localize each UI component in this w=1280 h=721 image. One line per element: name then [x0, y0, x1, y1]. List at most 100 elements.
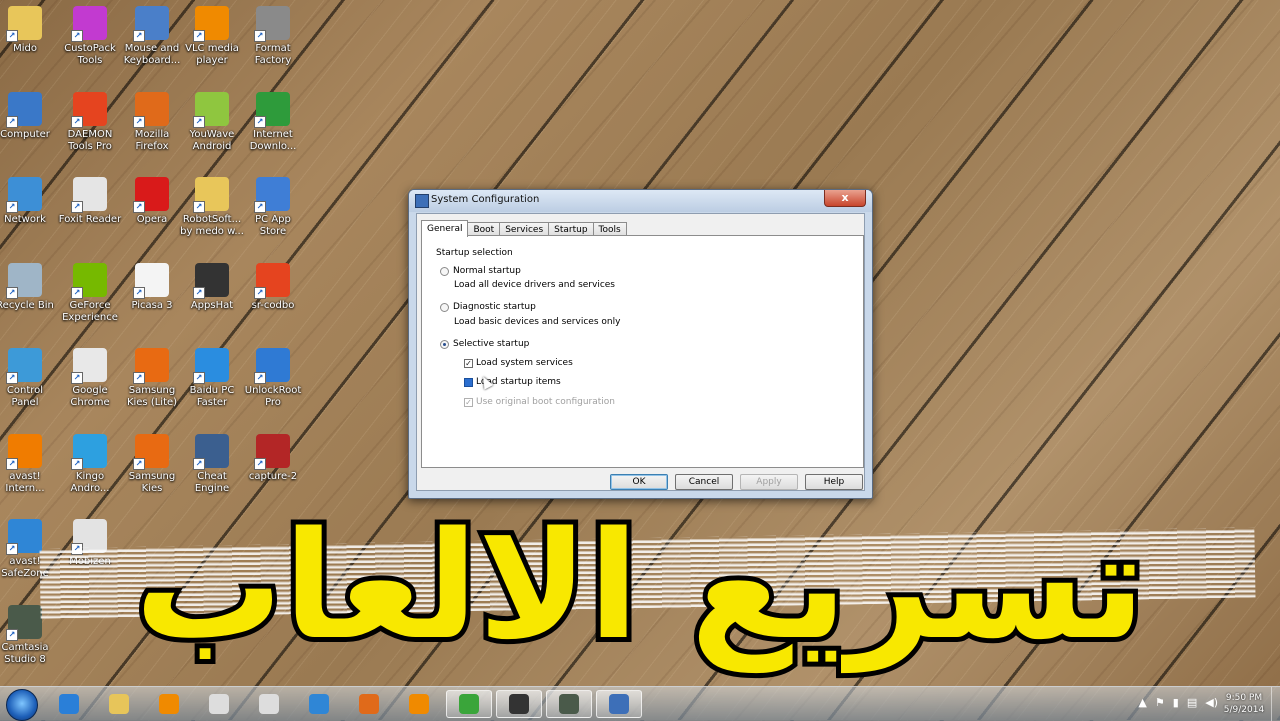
selective-startup-radio[interactable] [440, 339, 449, 349]
use-original-boot-label: Use original boot configuration [476, 397, 615, 407]
desktop-icon[interactable]: ↗ CustoPack Tools [58, 6, 122, 67]
desktop-icon[interactable]: ↗ sr-codbo [241, 262, 305, 312]
desktop-icon[interactable]: ↗ Samsung Kies (Lite) [120, 348, 184, 409]
desktop-icon[interactable]: ↗ Internet Downlo... [241, 91, 305, 153]
close-button[interactable]: x [824, 190, 866, 207]
desktop-icon[interactable]: ↗ AppsHat [180, 262, 244, 312]
desktop-icon-label: Network [4, 214, 46, 225]
load-startup-items-checkbox[interactable] [464, 377, 473, 387]
taskbar-button[interactable] [596, 690, 642, 718]
cheat-engine-icon: ↗ [193, 433, 229, 470]
shortcut-arrow-icon: ↗ [133, 286, 145, 299]
taskbar-button[interactable] [196, 690, 242, 718]
internet-download-icon: ↗ [254, 91, 290, 128]
chrome-icon [209, 694, 229, 714]
shortcut-arrow-icon: ↗ [71, 115, 83, 128]
desktop-icon[interactable]: ↗ Foxit Reader [58, 177, 122, 226]
taskbar-button[interactable] [396, 690, 442, 718]
selective-startup-option[interactable]: Selective startup [440, 339, 529, 349]
desktop-icon[interactable]: ↗ Network [0, 177, 57, 226]
title-bar[interactable]: System Configuration x [409, 190, 872, 212]
desktop-icon[interactable]: ↗ GeForce Experience [58, 262, 122, 324]
desktop-icon-label: Format Factory [254, 43, 292, 66]
shortcut-arrow-icon: ↗ [6, 30, 18, 42]
taskbar-button[interactable] [96, 690, 142, 718]
desktop-icon-label: capture-2 [248, 470, 298, 482]
start-button[interactable] [6, 689, 38, 721]
shortcut-arrow-icon: ↗ [193, 30, 205, 42]
desktop-icon-label: Opera [136, 214, 168, 225]
baidu-icon: ↗ [193, 348, 229, 384]
shortcut-arrow-icon: ↗ [254, 286, 266, 299]
desktop-icon[interactable]: ↗ RobotSoft... by medo w... [180, 177, 244, 238]
desktop-icon[interactable]: ↗ avast! Intern... [0, 433, 57, 495]
desktop-icon[interactable]: ↗ VLC media player [180, 6, 244, 67]
dialog-client-area: General Boot Services Startup Tools Star… [416, 213, 865, 491]
taskbar-button[interactable] [346, 690, 392, 718]
show-desktop-button[interactable] [1271, 687, 1280, 721]
desktop-icon-label: Samsung Kies (Lite) [126, 385, 178, 408]
maxthon-icon [309, 694, 329, 714]
shortcut-arrow-icon: ↗ [193, 372, 205, 384]
desktop-icon[interactable]: ↗ Format Factory [241, 6, 305, 67]
selective-startup-label: Selective startup [453, 339, 530, 349]
desktop-icon-label: avast! Intern... [5, 470, 45, 494]
load-system-services-checkbox[interactable]: ✓ [464, 358, 473, 368]
action-center-flag-icon[interactable]: ⚑ [1155, 696, 1165, 709]
desktop-icon[interactable]: ↗ YouWave Android [180, 91, 244, 153]
unlockroot-icon: ↗ [254, 348, 290, 384]
overlay-title: تسريع الالعاب [130, 495, 1151, 677]
desktop-icon[interactable]: ↗ Recycle Bin [0, 262, 57, 312]
shortcut-arrow-icon: ↗ [193, 286, 205, 299]
taskbar-button[interactable] [496, 690, 542, 718]
taskbar-button[interactable] [446, 690, 492, 718]
load-system-services-option[interactable]: ✓ Load system services [464, 358, 573, 368]
desktop-icon[interactable]: ↗ Mozilla Firefox [120, 91, 184, 153]
shortcut-arrow-icon: ↗ [6, 372, 18, 384]
shortcut-arrow-icon: ↗ [133, 201, 145, 213]
desktop-icon[interactable]: ↗ Control Panel [0, 348, 57, 409]
taskbar-button[interactable] [246, 690, 292, 718]
taskbar-button[interactable] [46, 690, 92, 718]
shortcut-arrow-icon: ↗ [254, 115, 266, 128]
volume-icon[interactable]: ◀) [1205, 696, 1218, 709]
desktop-icon-label: GeForce Experience [62, 299, 118, 323]
taskbar-button[interactable] [546, 690, 592, 718]
firefox-icon: ↗ [133, 91, 169, 128]
shortcut-arrow-icon: ↗ [133, 30, 145, 42]
custopack-icon: ↗ [71, 6, 107, 42]
clock-time: 9:50 PM [1225, 693, 1263, 703]
tab-strip: General Boot Services Startup Tools [421, 220, 627, 237]
desktop-icon[interactable]: ↗ Mido [0, 6, 57, 55]
opera-icon: ↗ [133, 177, 169, 213]
desktop-icon[interactable]: ↗ DAEMON Tools Pro [58, 91, 122, 153]
load-system-services-label: Load system services [476, 358, 573, 368]
network-tray-icon[interactable]: ▤ [1187, 696, 1197, 709]
desktop-icon[interactable]: ↗ Opera [120, 177, 184, 226]
desktop-icon[interactable]: ↗ Baidu PC Faster [180, 348, 244, 409]
normal-startup-radio[interactable] [440, 266, 449, 276]
normal-startup-option[interactable]: Normal startup [440, 266, 521, 276]
desktop-icon[interactable]: ↗ Computer [0, 91, 57, 141]
desktop-icon[interactable]: ↗ PC App Store [241, 177, 305, 238]
diagnostic-startup-option[interactable]: Diagnostic startup [440, 302, 536, 312]
desktop-icon-label: VLC media player [185, 43, 239, 66]
diagnostic-startup-radio[interactable] [440, 302, 449, 312]
desktop-icon[interactable]: ↗ capture-2 [241, 433, 305, 483]
signal-icon[interactable]: ▮ [1173, 696, 1179, 709]
system-configuration-window: System Configuration x General Boot Serv… [408, 189, 873, 499]
daemon-tools-icon: ↗ [71, 91, 107, 128]
desktop-icon[interactable]: ↗ Mouse and Keyboard... [120, 6, 184, 67]
desktop-icon-label: Camtasia Studio 8 [1, 641, 49, 665]
taskbar-button[interactable] [296, 690, 342, 718]
computer-icon: ↗ [6, 91, 42, 128]
show-hidden-icons-icon[interactable]: ▲ [1138, 696, 1146, 709]
desktop-icon[interactable]: ↗ Picasa 3 [120, 262, 184, 312]
taskbar-button[interactable] [146, 690, 192, 718]
desktop-icon[interactable]: ↗ UnlockRoot Pro [241, 348, 305, 409]
desktop-icon[interactable]: ↗ Google Chrome [58, 348, 122, 409]
use-original-boot-option: ✓ Use original boot configuration [464, 397, 615, 407]
clock[interactable]: 9:50 PM 5/9/2014 [1220, 692, 1268, 716]
tab-general[interactable]: General [421, 220, 469, 237]
app-store-icon: ↗ [254, 177, 290, 213]
